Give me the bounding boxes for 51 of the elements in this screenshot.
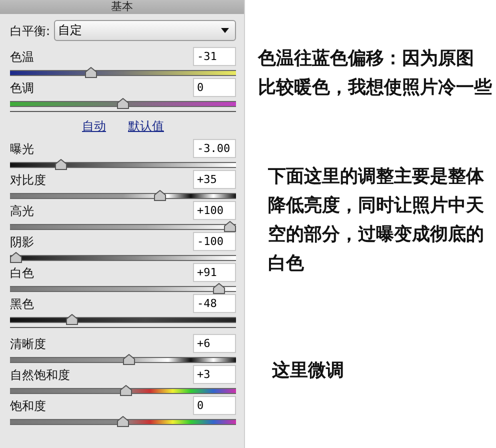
value-field[interactable]: +6	[193, 334, 236, 353]
slider-thumb[interactable]	[10, 252, 22, 263]
slider-track[interactable]	[10, 314, 236, 325]
value-field[interactable]: 0	[193, 78, 236, 97]
slider-track[interactable]	[10, 385, 236, 396]
value-field[interactable]: -31	[193, 47, 236, 66]
caret-icon	[221, 28, 229, 33]
slider-label: 阴影	[10, 234, 34, 250]
slider-label: 高光	[10, 202, 34, 218]
annotation-text: 色温往蓝色偏移：因为原图 比较暖色，我想使照片冷一些	[256, 47, 493, 100]
slider-track[interactable]	[10, 283, 236, 294]
wb-label: 白平衡:	[10, 22, 50, 38]
slider-thumb[interactable]	[117, 416, 129, 427]
slider-label: 饱和度	[10, 398, 46, 414]
slider-track[interactable]	[10, 354, 236, 365]
link[interactable]: 默认值	[128, 118, 164, 135]
slider-thumb[interactable]	[154, 190, 166, 201]
panel-title: 基本	[111, 1, 133, 13]
slider-track[interactable]	[10, 159, 236, 170]
slider-label: 色调	[10, 80, 34, 96]
slider-label: 黑色	[10, 296, 34, 312]
annotation-text: 下面这里的调整主要是整体 降低亮度，同时让照片中天 空的部分，过曝变成彻底的 白色	[267, 165, 485, 276]
value-field[interactable]: +35	[193, 170, 236, 189]
slider-track[interactable]	[10, 98, 236, 109]
value-field[interactable]: +91	[193, 263, 236, 282]
slider-label: 自然饱和度	[10, 366, 70, 382]
slider-track[interactable]	[10, 252, 236, 263]
slider-thumb[interactable]	[66, 314, 78, 325]
value-field[interactable]: 0	[193, 396, 236, 415]
slider-thumb[interactable]	[84, 67, 97, 78]
value-field[interactable]: -100	[193, 232, 236, 251]
slider-track[interactable]	[10, 416, 236, 427]
value-field[interactable]: -48	[193, 294, 236, 313]
slider-track[interactable]	[10, 221, 236, 232]
slider-thumb[interactable]	[54, 159, 67, 170]
slider-track[interactable]	[10, 190, 236, 201]
value-field[interactable]: +3	[193, 365, 236, 384]
link[interactable]: 自动	[82, 118, 106, 135]
slider-label: 白色	[10, 264, 34, 280]
slider-thumb[interactable]	[123, 354, 136, 365]
annotation-text: 这里微调	[271, 359, 345, 383]
slider-thumb[interactable]	[120, 385, 132, 396]
slider-label: 色温	[10, 48, 34, 64]
wb-dropdown[interactable]: 自定	[54, 20, 236, 41]
value-field[interactable]: +100	[193, 201, 236, 220]
slider-label: 对比度	[10, 172, 46, 188]
value-field[interactable]: -3.00	[193, 139, 236, 158]
slider-thumb[interactable]	[117, 98, 129, 109]
slider-label: 曝光	[10, 140, 34, 156]
slider-label: 清晰度	[10, 336, 46, 352]
slider-track[interactable]	[10, 67, 236, 78]
